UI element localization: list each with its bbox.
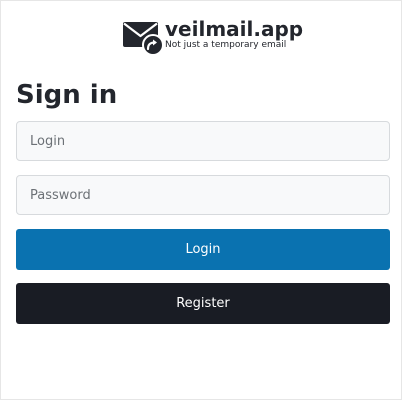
login-card: veilmail.app Not just a temporary email … — [0, 0, 402, 400]
page-title: Sign in — [16, 80, 118, 110]
brand-logo[interactable]: veilmail.app Not just a temporary email — [122, 17, 303, 57]
login-input[interactable] — [16, 121, 390, 161]
register-button[interactable]: Register — [16, 283, 390, 324]
password-input[interactable] — [16, 175, 390, 215]
envelope-forward-icon — [122, 17, 164, 57]
brand-tagline: Not just a temporary email — [165, 40, 287, 50]
login-button[interactable]: Login — [16, 229, 390, 270]
brand-name: veilmail.app — [165, 17, 304, 41]
brand-text: veilmail.app Not just a temporary email — [165, 17, 303, 51]
